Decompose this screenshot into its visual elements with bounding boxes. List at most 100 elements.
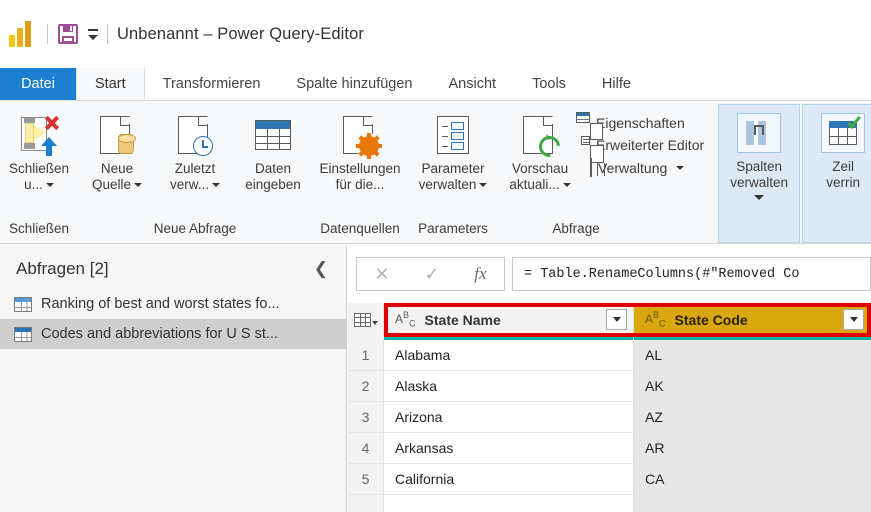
chevron-down-icon[interactable]	[606, 309, 627, 330]
refresh-preview-button[interactable]: Vorschau aktuali...	[498, 107, 582, 193]
chevron-down-icon[interactable]	[212, 183, 220, 188]
formula-input[interactable]: = Table.RenameColumns(#"Removed Co	[512, 257, 871, 291]
data-preview-table: ABC State Name ABC State Code 1 Alabama …	[348, 303, 871, 512]
tab-datei[interactable]: Datei	[0, 68, 76, 100]
powerbi-logo-icon	[8, 21, 34, 47]
close-and-apply-button[interactable]: Schließen u...	[0, 107, 78, 193]
query-list-item-ranking[interactable]: Ranking of best and worst states fo...	[0, 289, 346, 319]
enter-data-button[interactable]: Daten eingeben	[234, 107, 312, 193]
new-source-icon	[100, 111, 136, 159]
queries-pane-title: Abfragen [2]	[16, 259, 109, 278]
formula-bar: ✕ ✓ fx = Table.RenameColumns(#"Removed C…	[348, 245, 871, 302]
cell-state-code[interactable]: CA	[634, 464, 871, 494]
cell-state-name[interactable]: California	[384, 464, 634, 494]
cell-state-code[interactable]: AR	[634, 433, 871, 463]
cell-state-name[interactable]: Alabama	[384, 340, 634, 370]
cell-state-name[interactable]: Alaska	[384, 371, 634, 401]
tab-tools[interactable]: Tools	[514, 68, 584, 100]
cell-state-code[interactable]	[634, 495, 871, 512]
table-icon	[14, 326, 32, 342]
cancel-icon[interactable]: ✕	[374, 264, 389, 285]
chevron-down-icon[interactable]	[479, 183, 488, 188]
enter-data-icon	[255, 111, 291, 159]
titlebar-divider-1	[47, 24, 48, 44]
type-badge-text: ABC	[395, 310, 416, 329]
accept-icon[interactable]: ✓	[424, 264, 439, 285]
tab-ansicht[interactable]: Ansicht	[431, 68, 515, 100]
refresh-preview-label: Vorschau aktuali...	[509, 161, 569, 192]
table-row[interactable]	[348, 495, 871, 512]
cell-state-name[interactable]	[384, 495, 634, 512]
manage-parameters-label: Parameter verwalten	[418, 161, 485, 192]
manage-parameters-button[interactable]: Parameter verwalten	[408, 107, 498, 193]
ribbon-group-label-datenquellen: Datenquellen	[320, 221, 400, 236]
cell-state-name[interactable]: Arizona	[384, 402, 634, 432]
ribbon-tab-bar: Datei Start Transformieren Spalte hinzuf…	[0, 68, 871, 101]
select-columns-icon[interactable]	[348, 303, 384, 336]
ribbon: Schließen u... Schließen Neue Quelle Zul…	[0, 101, 871, 244]
data-source-settings-button[interactable]: Einstellungen für die...	[312, 107, 408, 193]
ribbon-group-label-neue-abfrage: Neue Abfrage	[153, 221, 237, 236]
type-badge-text: ABC	[645, 310, 666, 329]
reduce-rows-icon	[821, 113, 866, 153]
save-icon[interactable]	[57, 23, 79, 45]
qat-dropdown-icon[interactable]	[79, 28, 98, 40]
properties-button[interactable]: Eigenschaften	[576, 112, 710, 140]
chevron-down-icon[interactable]	[562, 183, 571, 188]
ribbon-group-datenquellen: Einstellungen für die... Datenquellen	[312, 101, 408, 243]
cell-state-code[interactable]: AZ	[634, 402, 871, 432]
chevron-down-icon[interactable]	[134, 183, 143, 188]
ribbon-group-abfrage: Vorschau aktuali... Eigenschaften Erweit…	[498, 101, 714, 243]
reduce-rows-button[interactable]: Zeil verrin	[802, 104, 871, 243]
chevron-left-icon[interactable]: ❮	[310, 259, 332, 279]
manage-button[interactable]: Verwaltung	[588, 157, 710, 179]
cell-state-code[interactable]: AK	[634, 371, 871, 401]
query-list-item-codes[interactable]: Codes and abbreviations for U S st...	[0, 319, 346, 349]
chevron-down-icon[interactable]	[754, 195, 765, 200]
table-row[interactable]: 1 Alabama AL	[348, 340, 871, 371]
column-header-label: State Code	[674, 311, 748, 328]
new-source-label: Neue Quelle	[91, 161, 134, 192]
ribbon-group-schliessen: Schließen u... Schließen	[0, 101, 78, 243]
tab-hilfe[interactable]: Hilfe	[584, 68, 649, 100]
chevron-down-icon[interactable]	[843, 309, 864, 330]
tab-start[interactable]: Start	[76, 68, 145, 100]
row-number: 2	[348, 371, 384, 401]
column-header-state-name[interactable]: ABC State Name	[384, 303, 634, 336]
tab-spalte-hinzufuegen[interactable]: Spalte hinzufügen	[278, 68, 430, 100]
queries-pane: Abfragen [2] ❮ Ranking of best and worst…	[0, 245, 347, 512]
column-header-label: State Name	[424, 311, 501, 328]
row-number: 5	[348, 464, 384, 494]
advanced-editor-label: Erweiterter Editor	[596, 137, 705, 153]
data-source-settings-label: Einstellungen für die...	[319, 161, 401, 192]
ribbon-group-label-abfrage: Abfrage	[552, 221, 600, 236]
close-and-apply-icon	[19, 111, 60, 159]
reduce-rows-label: Zeil verrin	[826, 159, 861, 190]
enter-data-label: Daten eingeben	[245, 161, 301, 192]
row-number: 3	[348, 402, 384, 432]
cell-state-code[interactable]: AL	[634, 340, 871, 370]
chevron-down-icon[interactable]	[676, 166, 685, 170]
queries-pane-header: Abfragen [2] ❮	[0, 245, 346, 289]
new-source-button[interactable]: Neue Quelle	[78, 107, 156, 193]
row-number	[348, 495, 384, 512]
tab-transformieren[interactable]: Transformieren	[145, 68, 279, 100]
table-header-row: ABC State Name ABC State Code	[348, 303, 871, 336]
manage-columns-icon	[737, 113, 782, 153]
cell-state-name[interactable]: Arkansas	[384, 433, 634, 463]
chevron-down-icon[interactable]	[45, 183, 54, 188]
power-query-editor-window: Unbenannt – Power Query-Editor Datei Sta…	[0, 0, 871, 512]
table-row[interactable]: 3 Arizona AZ	[348, 402, 871, 433]
manage-columns-button[interactable]: Spalten verwalten	[718, 104, 801, 243]
query-list-item-label: Ranking of best and worst states fo...	[41, 296, 280, 312]
table-row[interactable]: 2 Alaska AK	[348, 371, 871, 402]
fx-icon[interactable]: fx	[474, 264, 486, 284]
ribbon-group-neue-abfrage: Neue Quelle Zuletzt verw... Daten eingeb…	[78, 101, 312, 243]
column-header-state-code[interactable]: ABC State Code	[634, 303, 871, 336]
advanced-editor-button[interactable]: Erweiterter Editor	[581, 135, 710, 163]
ribbon-group-label-schliessen: Schließen	[8, 221, 70, 236]
recent-sources-button[interactable]: Zuletzt verw...	[156, 107, 234, 193]
ribbon-group-zeilen: Zeil verrin	[800, 101, 871, 243]
table-row[interactable]: 4 Arkansas AR	[348, 433, 871, 464]
table-row[interactable]: 5 California CA	[348, 464, 871, 495]
